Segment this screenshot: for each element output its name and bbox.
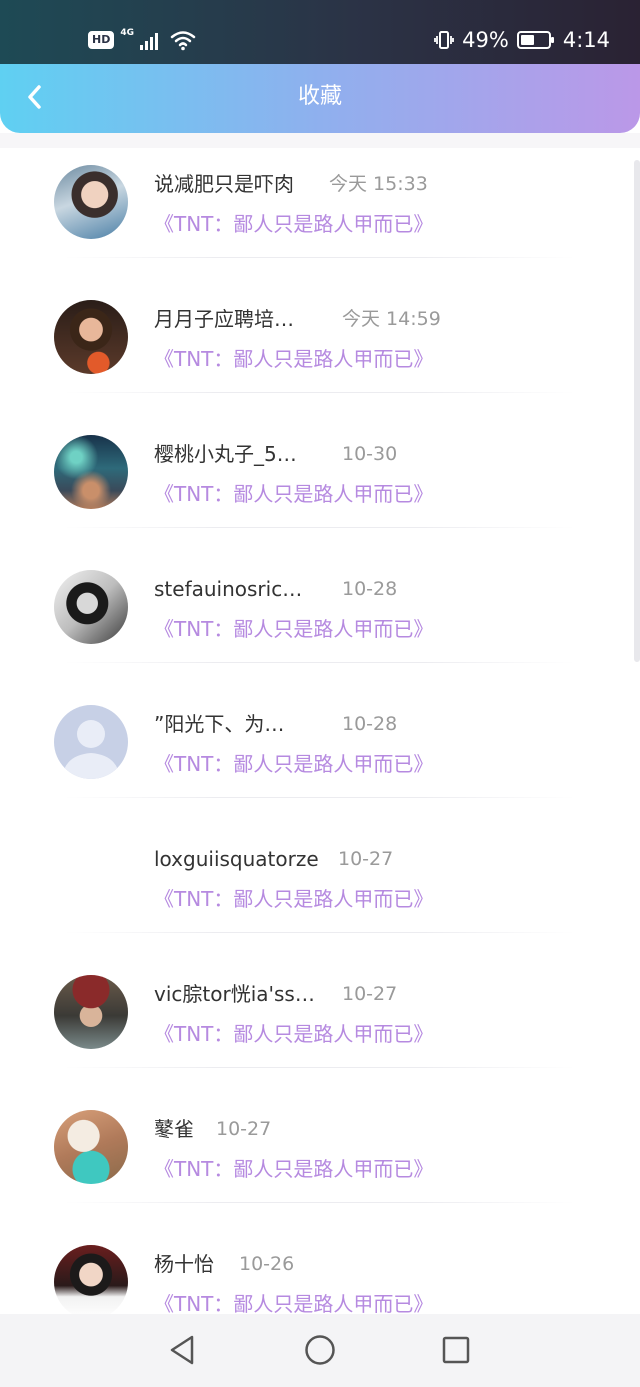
- battery-percent: 49%: [462, 28, 509, 52]
- square-recents-icon[interactable]: [440, 1334, 472, 1366]
- user-avatar[interactable]: [54, 1245, 128, 1314]
- divider: [64, 797, 576, 798]
- user-avatar[interactable]: [54, 435, 128, 509]
- list-item[interactable]: 月月子应聘培… 今天 14:59 《TNT：鄙人只是路人甲而已》: [0, 283, 640, 418]
- book-title-link[interactable]: 《TNT：鄙人只是路人甲而已》: [154, 345, 433, 373]
- divider: [64, 662, 576, 663]
- user-name[interactable]: 鼕雀: [154, 1115, 194, 1143]
- user-name[interactable]: 杨十怡: [154, 1250, 214, 1278]
- list-top-shadow: [0, 133, 640, 149]
- book-title-link[interactable]: 《TNT：鄙人只是路人甲而已》: [154, 1020, 433, 1048]
- user-avatar[interactable]: [54, 570, 128, 644]
- list-item[interactable]: 说减肥只是吓肉 今天 15:33 《TNT：鄙人只是路人甲而已》: [0, 148, 640, 283]
- book-title-link[interactable]: 《TNT：鄙人只是路人甲而已》: [154, 615, 433, 643]
- user-name[interactable]: 说减肥只是吓肉: [154, 170, 294, 198]
- network-type: 4G: [120, 28, 134, 38]
- timestamp: 10-27: [216, 1118, 272, 1140]
- header-bar: 收藏: [0, 64, 640, 133]
- default-avatar-icon[interactable]: [54, 705, 128, 779]
- user-avatar[interactable]: [54, 300, 128, 374]
- user-avatar[interactable]: [54, 1110, 128, 1184]
- user-avatar[interactable]: [54, 840, 128, 914]
- system-nav-bar: [0, 1314, 640, 1387]
- list-item[interactable]: vic腙tor恍ia'ss… 10-27 《TNT：鄙人只是路人甲而已》: [0, 958, 640, 1093]
- circle-home-icon[interactable]: [304, 1334, 336, 1366]
- page-title: 收藏: [297, 84, 342, 109]
- battery-fill: [520, 35, 534, 45]
- book-title-link[interactable]: 《TNT：鄙人只是路人甲而已》: [154, 1155, 433, 1183]
- hd-icon: HD: [88, 31, 115, 49]
- user-name[interactable]: stefauinosric…: [154, 575, 302, 603]
- wifi-icon: [170, 29, 196, 51]
- book-title-link[interactable]: 《TNT：鄙人只是路人甲而已》: [154, 480, 433, 508]
- user-name[interactable]: ”阳光下、为…: [154, 710, 284, 738]
- list-item[interactable]: stefauinosric… 10-28 《TNT：鄙人只是路人甲而已》: [0, 553, 640, 688]
- list-item[interactable]: 杨十怡 10-26 《TNT：鄙人只是路人甲而已》: [0, 1228, 640, 1314]
- list-item[interactable]: 鼕雀 10-27 《TNT：鄙人只是路人甲而已》: [0, 1093, 640, 1228]
- timestamp: 今天 14:59: [342, 308, 441, 330]
- timestamp: 10-26: [239, 1253, 295, 1275]
- timestamp: 10-30: [342, 443, 398, 465]
- timestamp: 今天 15:33: [329, 173, 428, 195]
- divider: [64, 527, 576, 528]
- user-name[interactable]: 月月子应聘培…: [154, 305, 294, 333]
- list-item[interactable]: 樱桃小丸子_5… 10-30 《TNT：鄙人只是路人甲而已》: [0, 418, 640, 553]
- book-title-link[interactable]: 《TNT：鄙人只是路人甲而已》: [154, 210, 433, 238]
- user-avatar[interactable]: [54, 975, 128, 1049]
- clock: 4:14: [562, 28, 610, 52]
- timestamp: 10-28: [342, 713, 398, 735]
- divider: [64, 932, 576, 933]
- status-left: HD 4G: [88, 26, 196, 54]
- triangle-back-icon[interactable]: [166, 1334, 198, 1366]
- user-name[interactable]: 樱桃小丸子_5…: [154, 440, 297, 468]
- divider: [64, 257, 576, 258]
- user-name[interactable]: vic腙tor恍ia'ss…: [154, 980, 315, 1008]
- user-name[interactable]: loxguiisquatorze: [154, 845, 319, 873]
- list-item[interactable]: loxguiisquatorze 10-27 《TNT：鄙人只是路人甲而已》: [0, 823, 640, 958]
- favorites-list[interactable]: 说减肥只是吓肉 今天 15:33 《TNT：鄙人只是路人甲而已》 月月子应聘培……: [0, 148, 640, 1314]
- timestamp: 10-27: [338, 848, 394, 870]
- divider: [64, 1202, 576, 1203]
- divider: [64, 392, 576, 393]
- user-avatar[interactable]: [54, 165, 128, 239]
- book-title-link[interactable]: 《TNT：鄙人只是路人甲而已》: [154, 885, 433, 913]
- divider: [64, 1067, 576, 1068]
- scrollbar[interactable]: [634, 160, 640, 662]
- timestamp: 10-27: [342, 983, 398, 1005]
- timestamp: 10-28: [342, 578, 398, 600]
- status-right: 49% 4:14: [434, 26, 610, 54]
- book-title-link[interactable]: 《TNT：鄙人只是路人甲而已》: [154, 1290, 433, 1314]
- book-title-link[interactable]: 《TNT：鄙人只是路人甲而已》: [154, 750, 433, 778]
- battery-icon: [516, 31, 554, 49]
- signal-icon: [140, 30, 158, 50]
- vibrate-icon: [434, 29, 455, 51]
- list-item[interactable]: ”阳光下、为… 10-28 《TNT：鄙人只是路人甲而已》: [0, 688, 640, 823]
